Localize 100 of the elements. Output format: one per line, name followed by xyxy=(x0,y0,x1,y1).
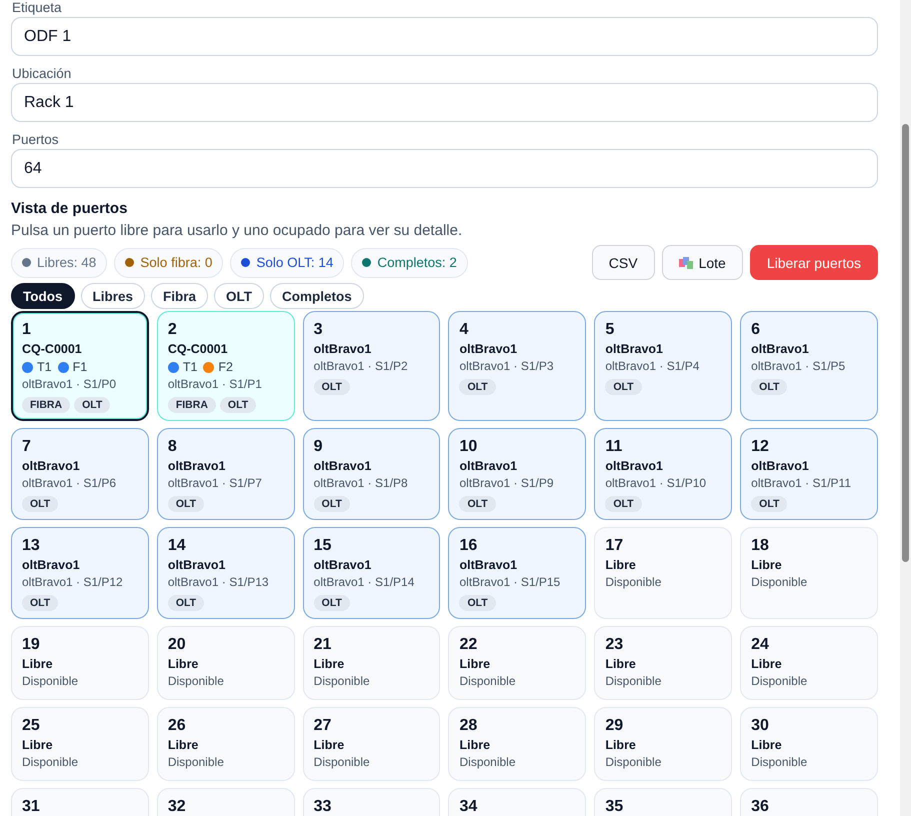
port-card[interactable]: 36 xyxy=(740,788,878,816)
port-detail: oltBravo1 · S1/P13 xyxy=(168,575,269,589)
port-number: 3 xyxy=(314,321,323,339)
text-input[interactable]: 64 xyxy=(11,149,878,188)
port-card[interactable]: 5 oltBravo1 oltBravo1 · S1/P4 OLT xyxy=(594,311,732,421)
port-title: oltBravo1 xyxy=(22,459,80,473)
port-card[interactable]: 12 oltBravo1 oltBravo1 · S1/P11 OLT xyxy=(740,428,878,520)
port-card[interactable]: 11 oltBravo1 oltBravo1 · S1/P10 OLT xyxy=(594,428,732,520)
port-card[interactable]: 32 xyxy=(156,788,295,816)
text-input[interactable]: Rack 1 xyxy=(11,83,878,122)
release-ports-button[interactable]: Liberar puertos xyxy=(750,245,878,280)
port-card[interactable]: 24 Libre Disponible xyxy=(740,626,878,700)
port-number: 36 xyxy=(751,798,769,816)
port-tag: FIBRA xyxy=(168,397,216,413)
port-detail: Disponible xyxy=(459,674,516,688)
port-card[interactable]: 20 Libre Disponible xyxy=(156,626,295,700)
port-card[interactable]: 6 oltBravo1 oltBravo1 · S1/P5 OLT xyxy=(740,311,878,421)
port-title: Libre xyxy=(605,738,636,752)
port-detail: oltBravo1 · S1/P11 xyxy=(751,476,851,490)
batch-button[interactable]: Lote xyxy=(662,245,743,280)
port-card[interactable]: 34 xyxy=(448,788,586,816)
port-number: 18 xyxy=(751,537,769,555)
port-card[interactable]: 2 CQ-C0001 T1 F2 oltBravo1 · S1/P1 FIBRA OLT xyxy=(156,311,295,421)
port-title: oltBravo1 xyxy=(168,558,226,572)
port-card[interactable]: 10 oltBravo1 oltBravo1 · S1/P9 OLT xyxy=(448,428,586,520)
port-card[interactable]: 13 oltBravo1 oltBravo1 · S1/P12 OLT xyxy=(11,527,149,619)
filter-tab[interactable]: Libres xyxy=(80,283,146,309)
port-card[interactable]: 23 Libre Disponible xyxy=(594,626,732,700)
csv-button[interactable]: CSV xyxy=(592,245,655,280)
port-number: 26 xyxy=(168,717,186,735)
port-card[interactable]: 17 Libre Disponible xyxy=(594,527,732,619)
port-number: 11 xyxy=(605,438,622,456)
port-card[interactable]: 4 oltBravo1 oltBravo1 · S1/P3 OLT xyxy=(448,311,586,421)
summary-label: Solo fibra: 0 xyxy=(140,255,212,270)
port-card[interactable]: 25 Libre Disponible xyxy=(11,707,149,781)
port-number: 27 xyxy=(314,717,332,735)
dot-label: T1 xyxy=(182,360,198,374)
port-card[interactable]: 22 Libre Disponible xyxy=(448,626,586,700)
port-number: 16 xyxy=(459,537,478,555)
port-card[interactable]: 7 oltBravo1 oltBravo1 · S1/P6 OLT xyxy=(11,428,149,520)
port-card[interactable]: 21 Libre Disponible xyxy=(302,626,440,700)
field-label: Ubicación xyxy=(12,66,72,82)
port-title: Libre xyxy=(168,657,198,671)
port-card[interactable]: 29 Libre Disponible xyxy=(594,707,732,781)
port-card[interactable]: 26 Libre Disponible xyxy=(156,707,295,781)
port-detail: Disponible xyxy=(314,674,370,688)
port-number: 14 xyxy=(168,537,186,555)
port-title: oltBravo1 xyxy=(314,558,372,572)
port-number: 34 xyxy=(459,798,478,816)
port-title: CQ-C0001 xyxy=(22,342,82,356)
port-card[interactable]: 9 oltBravo1 oltBravo1 · S1/P8 OLT xyxy=(302,428,440,520)
port-detail: Disponible xyxy=(22,755,78,769)
field-label: Etiqueta xyxy=(12,0,63,16)
port-tag: OLT xyxy=(459,496,496,512)
port-tag: OLT xyxy=(314,379,350,395)
port-card[interactable]: 15 oltBravo1 oltBravo1 · S1/P14 OLT xyxy=(302,527,440,619)
port-detail: oltBravo1 · S1/P14 xyxy=(314,575,414,589)
port-number: 13 xyxy=(22,537,40,555)
port-card[interactable]: 3 oltBravo1 oltBravo1 · S1/P2 OLT xyxy=(302,311,440,421)
port-card[interactable]: 16 oltBravo1 oltBravo1 · S1/P15 OLT xyxy=(448,527,586,619)
port-card[interactable]: 8 oltBravo1 oltBravo1 · S1/P7 OLT xyxy=(156,428,295,520)
port-title: Libre xyxy=(751,738,782,752)
port-card[interactable]: 27 Libre Disponible xyxy=(302,707,440,781)
port-detail: oltBravo1 · S1/P9 xyxy=(459,476,554,490)
port-card[interactable]: 30 Libre Disponible xyxy=(740,707,878,781)
section-title: Vista de puertos xyxy=(11,200,128,217)
port-card[interactable]: 1 CQ-C0001 T1 F1 oltBravo1 · S1/P0 FIBRA OLT xyxy=(11,311,149,421)
port-number: 1 xyxy=(22,321,31,339)
port-detail: oltBravo1 · S1/P6 xyxy=(22,476,116,490)
port-tag: OLT xyxy=(314,595,350,611)
filter-tab[interactable]: Completos xyxy=(270,283,364,309)
port-detail: Disponible xyxy=(22,674,78,688)
port-title: Libre xyxy=(459,738,490,752)
filter-tab[interactable]: OLT xyxy=(214,283,264,309)
port-card[interactable]: 14 oltBravo1 oltBravo1 · S1/P13 OLT xyxy=(156,527,295,619)
port-title: oltBravo1 xyxy=(314,459,372,473)
port-number: 35 xyxy=(605,798,624,816)
port-detail: oltBravo1 · S1/P3 xyxy=(459,359,554,373)
filter-tab[interactable]: Fibra xyxy=(151,283,208,309)
port-card[interactable]: 33 xyxy=(302,788,440,816)
port-title: oltBravo1 xyxy=(605,342,663,356)
text-input[interactable]: ODF 1 xyxy=(11,17,878,56)
port-number: 17 xyxy=(605,537,624,555)
port-card[interactable]: 31 xyxy=(11,788,149,816)
port-detail: Disponible xyxy=(605,674,662,688)
port-card[interactable]: 35 xyxy=(594,788,732,816)
summary-label: Solo OLT: 14 xyxy=(256,255,334,270)
scrollbar-thumb[interactable] xyxy=(902,124,909,562)
port-title: Libre xyxy=(22,657,53,671)
port-number: 31 xyxy=(22,798,40,816)
scrollbar[interactable] xyxy=(900,0,911,816)
port-detail: Disponible xyxy=(314,755,370,769)
port-card[interactable]: 28 Libre Disponible xyxy=(448,707,586,781)
port-number: 6 xyxy=(751,321,760,339)
port-card[interactable]: 18 Libre Disponible xyxy=(740,527,878,619)
port-tag: OLT xyxy=(22,496,58,512)
port-title: Libre xyxy=(751,657,782,671)
port-card[interactable]: 19 Libre Disponible xyxy=(11,626,149,700)
port-number: 30 xyxy=(751,717,769,735)
filter-tab[interactable]: Todos xyxy=(11,283,74,309)
